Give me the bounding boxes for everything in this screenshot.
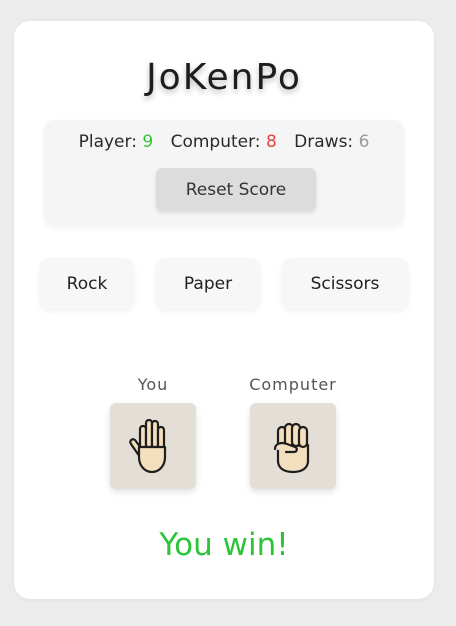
computer-choice-box — [250, 403, 336, 489]
you-label: You — [137, 375, 169, 394]
open-hand-icon — [129, 418, 167, 474]
player-score: Player: 9 — [79, 132, 154, 152]
rock-button[interactable]: Rock — [40, 258, 134, 309]
page-title: JoKenPo — [146, 57, 302, 98]
draws-score-label: Draws: — [294, 132, 354, 152]
player-score-label: Player: — [78, 132, 137, 152]
draws-score: Draws: 6 — [294, 132, 369, 152]
score-panel: Player: 9 Computer: 8 Draws: 6 Reset Sco… — [44, 120, 404, 226]
computer-score: Computer: 8 — [171, 132, 277, 152]
player-choice-box — [110, 403, 196, 489]
player-score-value: 9 — [142, 132, 154, 152]
draws-score-value: 6 — [358, 132, 370, 152]
computer-score-value: 8 — [265, 132, 277, 152]
score-line: Player: 9 Computer: 8 Draws: 6 — [44, 132, 404, 152]
scissors-button[interactable]: Scissors — [282, 258, 408, 309]
paper-button[interactable]: Paper — [156, 258, 260, 309]
result-message: You win! — [159, 527, 289, 563]
fist-icon — [273, 422, 310, 474]
computer-label: Computer — [249, 375, 337, 394]
game-card: JoKenPo Player: 9 Computer: 8 Draws: 6 R… — [14, 21, 434, 599]
computer-score-label: Computer: — [170, 132, 261, 152]
reset-score-button[interactable]: Reset Score — [156, 168, 316, 211]
